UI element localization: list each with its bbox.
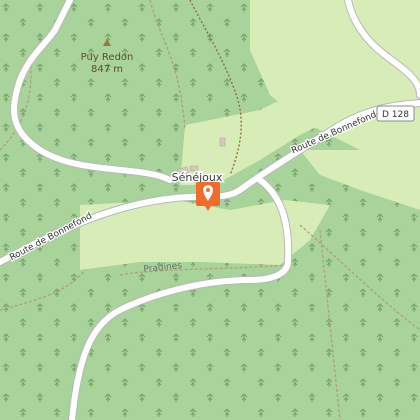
route-ref: D 128 <box>382 110 409 120</box>
map-view[interactable]: Puy Redon 847 m Sénéjoux Pradines Route … <box>0 0 420 420</box>
route-shield: D 128 <box>376 105 415 122</box>
peak-name: Puy Redon <box>81 52 134 63</box>
peak-elevation: 847 m <box>91 64 123 75</box>
map-canvas[interactable]: Puy Redon 847 m Sénéjoux Pradines Route … <box>0 0 420 420</box>
